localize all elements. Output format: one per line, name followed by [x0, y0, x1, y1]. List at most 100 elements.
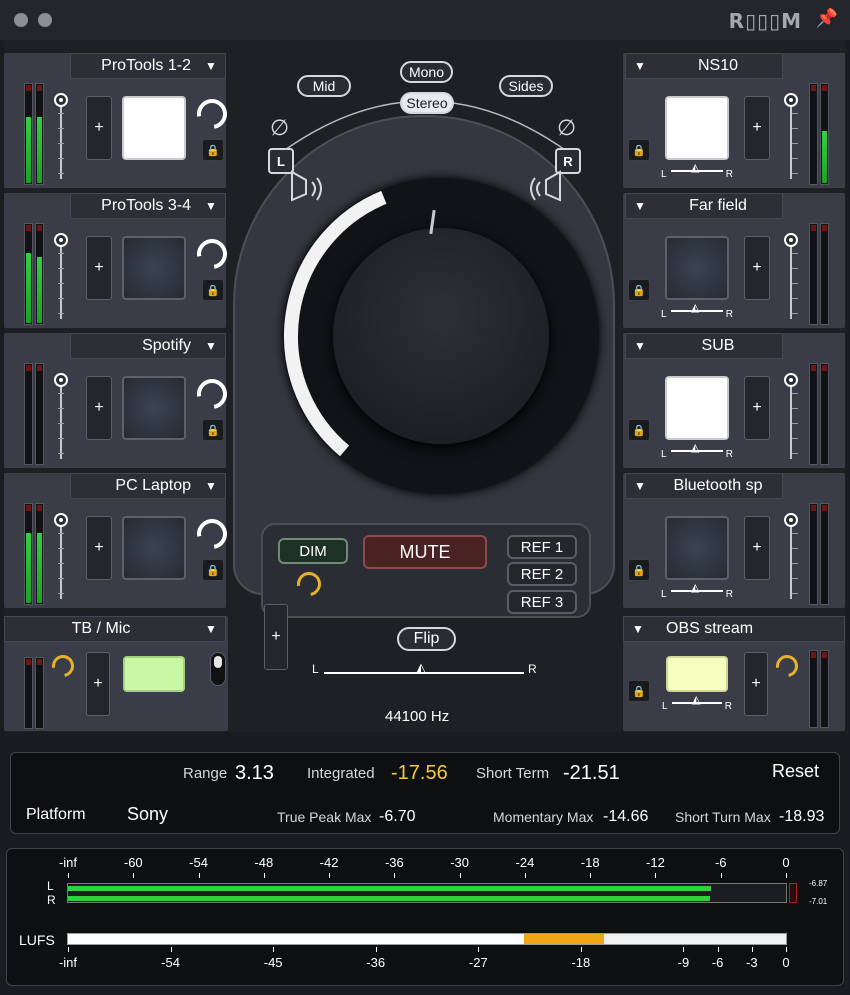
left-channel-1-plus-button[interactable]: + [86, 236, 112, 300]
left-channel-0-plus-button[interactable]: + [86, 96, 112, 160]
left-channel-3-pad[interactable] [122, 516, 186, 580]
left-channel-0-fader-handle[interactable] [54, 93, 68, 107]
fader-tick [58, 173, 64, 174]
talkback-toggle[interactable] [210, 652, 226, 686]
talkback-header[interactable]: TB / Mic ▼ [4, 616, 226, 642]
chevron-down-icon[interactable]: ▼ [197, 193, 225, 219]
obs-pad[interactable] [666, 656, 728, 692]
level-tick [720, 873, 722, 878]
left-channel-1-header[interactable]: ProTools 3-4 ▼ [70, 193, 226, 219]
mute-button[interactable]: MUTE [363, 535, 487, 569]
right-channel-0-plus-button[interactable]: + [744, 96, 770, 160]
lock-icon[interactable]: 🔒 [202, 419, 224, 441]
chevron-down-icon[interactable]: ▼ [626, 53, 654, 79]
right-channel-3-plus-button[interactable]: + [744, 516, 770, 580]
left-channel-1-pad[interactable] [122, 236, 186, 300]
chevron-down-icon[interactable]: ▼ [197, 473, 225, 499]
left-channel-3-fader-handle[interactable] [54, 513, 68, 527]
obs-pan[interactable]: L ◭ R [662, 694, 732, 717]
chevron-down-icon[interactable]: ▼ [626, 193, 654, 219]
obs-lock-icon[interactable]: 🔒 [628, 680, 650, 702]
volume-knob[interactable] [333, 228, 549, 444]
chevron-down-icon[interactable]: ▼ [626, 333, 654, 359]
left-channel-2-fader-handle[interactable] [54, 373, 68, 387]
lock-icon[interactable]: 🔒 [202, 279, 224, 301]
lock-icon[interactable]: 🔒 [628, 139, 650, 161]
lock-icon[interactable]: 🔒 [202, 559, 224, 581]
phase-left-icon[interactable]: ∅ [270, 115, 289, 141]
right-channel-2-pan[interactable]: L ◭ R [661, 442, 733, 465]
chevron-down-icon[interactable]: ▼ [624, 616, 652, 642]
ref2-button[interactable]: REF 2 [507, 562, 577, 586]
chevron-down-icon[interactable]: ▼ [197, 616, 225, 642]
left-channel-2-header[interactable]: Spotify ▼ [70, 333, 226, 359]
talkback-plus-button[interactable]: + [86, 652, 110, 716]
lock-icon[interactable]: 🔒 [202, 139, 224, 161]
obs-plus-button[interactable]: + [744, 652, 768, 716]
left-channel-3-header[interactable]: PC Laptop ▼ [70, 473, 226, 499]
right-channel-3-fader-handle[interactable] [784, 513, 798, 527]
right-channel-2-header[interactable]: ▼ SUB [625, 333, 783, 359]
platform-value[interactable]: Sony [127, 804, 168, 825]
app-logo: R▯▯▯M [728, 9, 802, 33]
lock-icon[interactable]: 🔒 [628, 559, 650, 581]
reset-button[interactable]: Reset [772, 761, 819, 782]
mono-button[interactable]: Mono [400, 61, 453, 83]
lock-icon[interactable]: 🔒 [628, 279, 650, 301]
left-channel-0-pad[interactable] [122, 96, 186, 160]
right-channel-1-fader-handle[interactable] [784, 233, 798, 247]
close-window-button[interactable] [14, 13, 28, 27]
right-channel-3-pad[interactable] [665, 516, 729, 580]
right-channel-2-fader-handle[interactable] [784, 373, 798, 387]
center-pan-marker-icon[interactable]: ◭ [416, 660, 426, 676]
chevron-down-icon[interactable]: ▼ [197, 53, 225, 79]
left-channel-2-fader-track [60, 377, 62, 459]
chevron-down-icon[interactable]: ▼ [626, 473, 654, 499]
sides-button[interactable]: Sides [499, 75, 553, 97]
ref3-button[interactable]: REF 3 [507, 590, 577, 614]
mid-button[interactable]: Mid [297, 75, 351, 97]
range-value: 3.13 [235, 762, 274, 784]
right-channel-3-pan[interactable]: L ◭ R [661, 582, 733, 605]
left-channel-3-plus-button[interactable]: + [86, 516, 112, 580]
flip-button[interactable]: Flip [397, 627, 456, 651]
right-channel-0-pan[interactable]: L ◭ R [661, 162, 733, 185]
left-channel-1-fader-handle[interactable] [54, 233, 68, 247]
minimize-window-button[interactable] [38, 13, 52, 27]
lufs-tick [170, 947, 172, 952]
center-pan[interactable]: L ◭ R [312, 660, 542, 680]
fader-tick [58, 548, 64, 549]
level-tick-label: -inf [58, 855, 78, 870]
right-channel-2-plus-button[interactable]: + [744, 376, 770, 440]
lufs-short-term-bar [523, 934, 604, 944]
right-channel-2-pad[interactable] [665, 376, 729, 440]
left-channel-2-plus-button[interactable]: + [86, 376, 112, 440]
right-channel-0-header[interactable]: ▼ NS10 [625, 53, 783, 79]
right-channel-0-pad[interactable] [665, 96, 729, 160]
center-plus-button[interactable]: + [264, 604, 288, 670]
talkback-pad[interactable] [123, 656, 185, 692]
true-peak-value: -6.70 [379, 808, 416, 825]
lufs-tick [273, 947, 275, 952]
right-channel-1-plus-button[interactable]: + [744, 236, 770, 300]
dim-button[interactable]: DIM [278, 538, 348, 564]
stereo-button[interactable]: Stereo [400, 92, 454, 114]
true-peak-label: True Peak Max [277, 809, 372, 825]
ref1-button[interactable]: REF 1 [507, 535, 577, 559]
obs-header[interactable]: ▼ OBS stream [623, 616, 845, 642]
level-tick [133, 873, 135, 878]
chevron-down-icon[interactable]: ▼ [197, 333, 225, 359]
pin-icon[interactable]: 📌 [816, 8, 838, 29]
right-channel-3-header[interactable]: ▼ Bluetooth sp [625, 473, 783, 499]
right-channel-1-pad[interactable] [665, 236, 729, 300]
lufs-tick-label: -36 [366, 955, 386, 970]
right-channel-1-pan[interactable]: L ◭ R [661, 302, 733, 325]
left-channel-2-pad[interactable] [122, 376, 186, 440]
left-channel-0-header[interactable]: ProTools 1-2 ▼ [70, 53, 226, 79]
clip-indicator[interactable] [789, 883, 797, 903]
phase-right-icon[interactable]: ∅ [557, 115, 576, 141]
right-channel-0-fader-handle[interactable] [784, 93, 798, 107]
right-channel-1-header[interactable]: ▼ Far field [625, 193, 783, 219]
sample-rate: 44100 Hz [385, 708, 450, 725]
lock-icon[interactable]: 🔒 [628, 419, 650, 441]
